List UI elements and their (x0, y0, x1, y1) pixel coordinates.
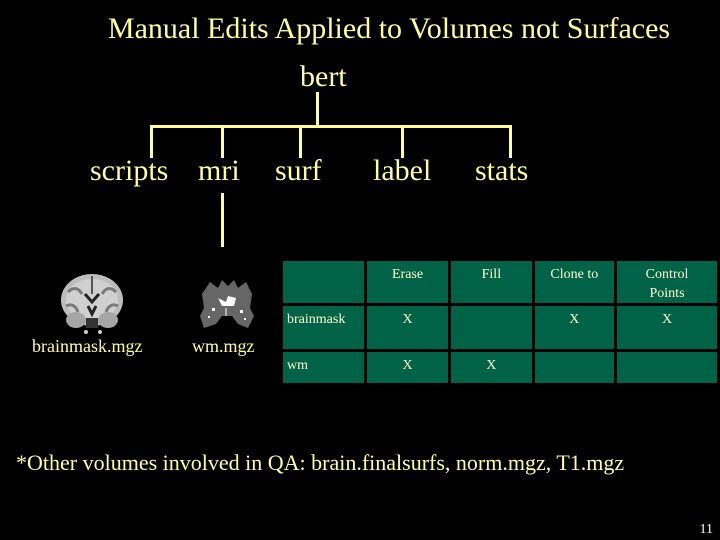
tree-node-label: label (373, 154, 432, 187)
tree-root-bert: bert (300, 60, 347, 93)
wm-label: wm.mgz (192, 336, 255, 356)
table-row: brainmask X X X (280, 303, 720, 352)
table-cell: X (531, 303, 618, 352)
tree-node-mri: mri (198, 154, 240, 187)
table-cell: X (363, 349, 452, 386)
table-header-erase: Erase (363, 258, 452, 306)
table-row-label-brainmask: brainmask (280, 303, 367, 352)
table-header-clone-to: Clone to (531, 258, 618, 306)
brainmask-label: brainmask.mgz (32, 336, 143, 356)
table-cell (614, 349, 720, 386)
table-cell: X (363, 303, 452, 352)
table-header-corner (280, 258, 367, 306)
slide-title: Manual Edits Applied to Volumes not Surf… (107, 12, 671, 45)
page-number: 11 (699, 522, 713, 537)
tree-node-stats: stats (475, 154, 529, 187)
edits-table: Erase Fill Clone to Control Points brain… (280, 258, 720, 386)
table-cell: X (614, 303, 720, 352)
footnote: *Other volumes involved in QA: brain.fin… (16, 450, 625, 475)
table-header-row: Erase Fill Clone to Control Points (280, 258, 720, 306)
table-row: wm X X (280, 349, 720, 386)
tree-node-surf: surf (275, 154, 322, 187)
table-row-label-wm: wm (280, 349, 367, 386)
table-cell (531, 349, 618, 386)
tree-connector-root (316, 92, 319, 126)
table-header-fill: Fill (448, 258, 535, 306)
white-matter-slice-icon (200, 280, 254, 328)
table-cell: X (448, 349, 535, 386)
table-cell (448, 303, 535, 352)
tree-connector-mri-down (221, 193, 224, 247)
table-header-control-points: Control Points (614, 258, 720, 306)
brain-coronal-slice-icon (61, 274, 123, 334)
tree-connector-horizontal (150, 125, 512, 128)
tree-node-scripts: scripts (90, 154, 169, 187)
